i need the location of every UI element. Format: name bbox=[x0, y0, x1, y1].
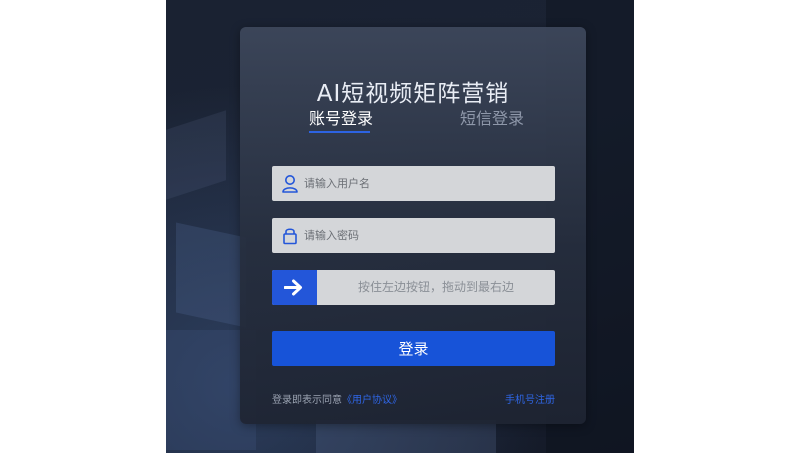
background-shape bbox=[166, 110, 226, 200]
background-shape bbox=[316, 420, 496, 453]
slider-hint: 按住左边按钮，拖动到最右边 bbox=[357, 280, 514, 294]
user-icon bbox=[282, 175, 298, 193]
arrow-right-icon bbox=[284, 279, 302, 296]
agreement-text: 登录即表示同意《用户协议》 bbox=[272, 395, 402, 406]
login-button[interactable]: 登录 bbox=[272, 331, 555, 366]
app-title: AI短视频矩阵营销 bbox=[316, 81, 510, 107]
login-card: AI短视频矩阵营销 账号登录 短信登录 按住左边按钮，拖动到最右边 登录 登录即… bbox=[240, 27, 586, 424]
agreement-prefix: 登录即表示同意 bbox=[272, 395, 342, 406]
password-input[interactable] bbox=[304, 218, 544, 253]
login-footer: 登录即表示同意《用户协议》 手机号注册 bbox=[272, 391, 555, 406]
user-agreement-link[interactable]: 《用户协议》 bbox=[342, 395, 402, 406]
active-tab-indicator bbox=[309, 131, 370, 133]
lock-icon bbox=[283, 228, 297, 245]
username-field[interactable] bbox=[272, 166, 555, 201]
phone-register-link[interactable]: 手机号注册 bbox=[505, 391, 555, 406]
username-input[interactable] bbox=[304, 166, 544, 201]
slide-verify[interactable]: 按住左边按钮，拖动到最右边 bbox=[272, 270, 555, 305]
background-shape bbox=[176, 222, 246, 328]
tab-account-login[interactable]: 账号登录 bbox=[309, 105, 373, 129]
password-field[interactable] bbox=[272, 218, 555, 253]
slider-handle[interactable] bbox=[272, 270, 317, 305]
tab-sms-login[interactable]: 短信登录 bbox=[460, 105, 524, 129]
